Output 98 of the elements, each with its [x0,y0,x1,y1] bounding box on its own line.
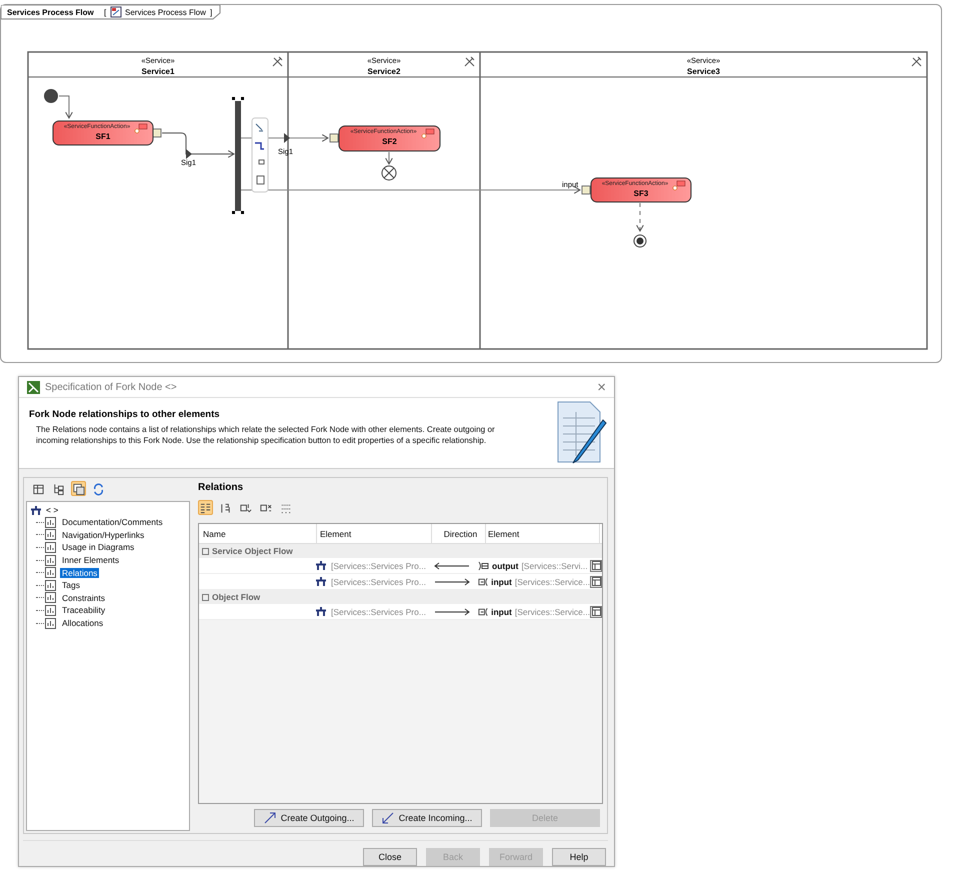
column-header[interactable]: Element [486,524,600,543]
page-icon [44,516,57,529]
page-icon [44,566,57,580]
tree-item[interactable]: Tags [60,580,82,590]
lane-name: Service3 [687,67,720,76]
lane-name: Service2 [368,67,400,76]
table-cell: [Services::Services Pro... [331,576,426,586]
activity-final-node [634,234,646,248]
input-pin [152,128,162,138]
tree-item[interactable]: Constraints [60,592,107,603]
header-description: The Relations node contains a list of relationships which relate the selected Fork Node with other elements. Create outgoing or incoming relationships to this Fork Node. Use the relationship specification button to edit properties of a specific relationship. [35,424,496,446]
lane-name: Service1 [142,67,174,76]
tree-item[interactable]: Navigation/Hyperlinks [60,530,146,540]
action-node[interactable] [338,126,440,152]
control-flow [58,96,73,118]
page-icon [44,578,57,592]
page-icon [44,540,57,554]
tree-item[interactable]: Usage in Diagrams [60,542,136,552]
tree-item[interactable]: Traceability [60,605,108,616]
input-pin-icon [478,606,488,616]
input-pin-icon [478,576,488,586]
section-title: Relations [198,482,244,495]
action-name: SF1 [96,132,110,141]
element-name: input [491,576,512,586]
tree-item[interactable]: Relations [60,568,100,578]
fork-node[interactable] [232,97,244,214]
direction-arrow [432,608,470,616]
diagram-reference: Services Process Flow [125,8,206,17]
incoming-arrow-icon [382,812,394,824]
outgoing-arrow-icon [264,812,276,824]
tree-item[interactable]: Documentation/Comments [60,517,165,528]
tree-item[interactable]: Allocations [60,618,106,628]
dialog-button[interactable]: Close [363,848,417,866]
toolbar-button[interactable] [71,481,86,496]
action-name: SF3 [634,189,648,198]
group-label[interactable]: Object Flow [212,592,260,602]
column-header[interactable]: Name [199,524,317,543]
element-path: [Services::Service... [514,576,590,586]
direction-arrow [432,578,470,586]
toolbar-button[interactable] [91,481,106,496]
tools-icon[interactable] [272,56,282,66]
page-icon [44,616,57,630]
output-pin-icon [478,560,489,570]
window-title: Specification of Fork Node <> [45,382,178,393]
element-path: [Services::Service... [514,606,590,616]
signal-pin [186,149,192,159]
table-cell: [Services::Services Pro... [331,560,426,570]
action-icon [422,128,434,138]
tree-item[interactable]: Inner Elements [60,555,122,566]
initial-node [44,89,58,103]
close-button[interactable]: × [597,380,606,395]
input-pin [582,186,590,194]
tree-root-label[interactable]: < > [46,505,58,515]
control-flow [385,152,393,164]
fork-icon [315,560,327,571]
action-name: SF2 [382,137,397,146]
diagram-title: Services Process Flow [7,8,94,17]
bracket: [ [104,8,106,17]
fork-icon [315,606,327,617]
element-name: output [492,560,518,570]
column-header[interactable]: Direction [432,524,486,543]
dialog-button[interactable]: Help [552,848,606,866]
action-node[interactable] [52,120,154,146]
table-cell: [Services::Services Pro... [331,606,426,616]
collapse-toggle[interactable] [202,548,209,554]
diagram-icon [110,6,122,18]
page-icon [44,591,57,604]
toolbar-button[interactable] [198,500,213,515]
fork-icon [30,504,42,516]
signal-pin [284,133,290,143]
header-title: Fork Node relationships to other elements [29,409,221,420]
column-header[interactable]: Element [317,524,432,543]
direction-arrow [432,562,470,570]
flow-final-node [382,166,396,180]
tools-icon[interactable] [464,56,474,66]
element-name: input [491,606,512,616]
page-icon [44,528,57,542]
action-button[interactable]: Create Outgoing... [254,809,364,827]
page-icon [44,604,57,617]
specification-button[interactable] [590,606,602,618]
page-icon [44,554,57,567]
specification-button[interactable] [590,576,602,588]
action-button[interactable]: Create Incoming... [372,809,482,827]
document-pencil-icon [556,400,608,466]
input-pin [330,134,338,142]
bracket: ] [210,8,212,17]
fork-icon [315,576,327,587]
collapse-toggle[interactable] [202,594,209,600]
action-icon [134,124,148,134]
element-path: [Services::Servi... [521,560,588,570]
tools-icon[interactable] [912,56,922,66]
smart-manipulator-toolbar[interactable] [252,118,268,192]
group-label[interactable]: Service Object Flow [212,546,293,556]
app-icon [27,380,40,394]
specification-button[interactable] [590,560,602,572]
control-flow [636,202,644,232]
action-icon [672,180,686,190]
action-node[interactable] [590,178,692,202]
